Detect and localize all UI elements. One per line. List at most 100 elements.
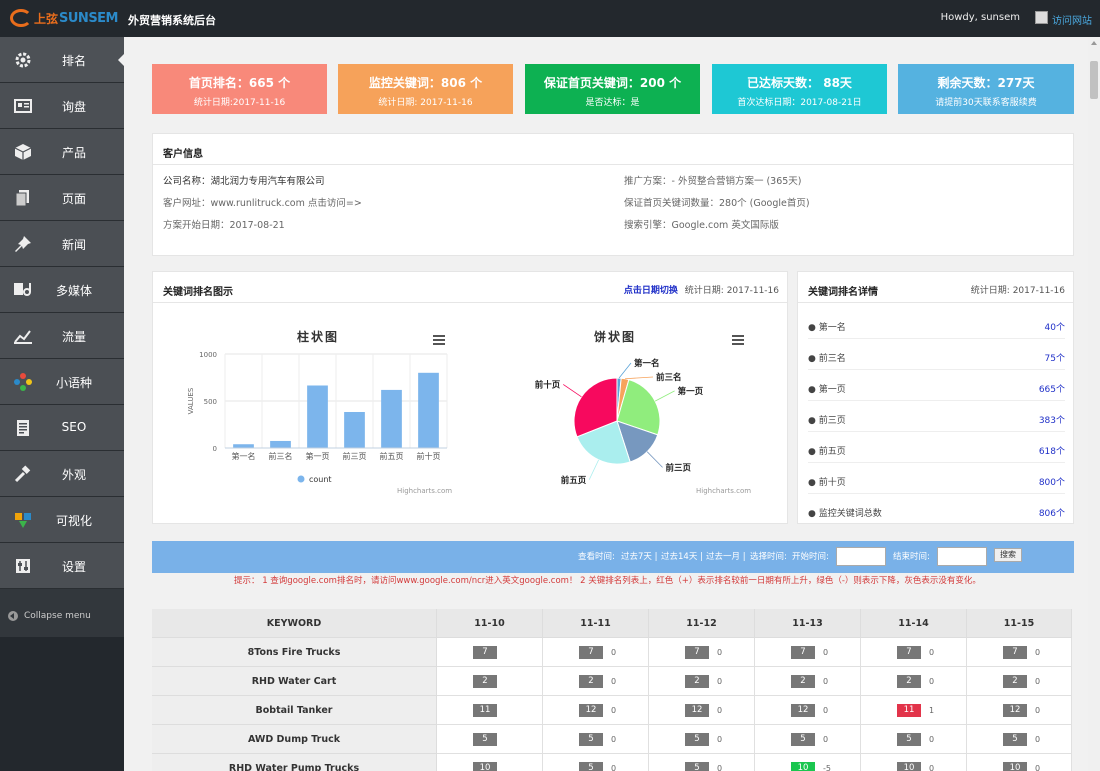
sidebar-item-inquiry[interactable]: 询盘 [0,83,124,129]
detail-value[interactable]: 383个 [1039,413,1065,426]
detail-label: ● 前三页 [808,416,846,426]
rank-cell: 7 [437,638,543,667]
detail-value[interactable]: 806个 [1039,506,1065,519]
detail-value[interactable]: 665个 [1039,382,1065,395]
rank-cell: 2 [437,667,543,696]
detail-label: ● 监控关键词总数 [808,509,882,519]
sidebar-item-pages[interactable]: 页面 [0,175,124,221]
pie-connector [618,362,632,379]
column-header-date[interactable]: 11-14 [861,609,967,638]
detail-row: ● 第一名 40个 [808,308,1065,339]
avatar[interactable] [1035,11,1048,24]
collapse-menu[interactable]: Collapse menu [8,611,91,621]
sidebar-item-news[interactable]: 新闻 [0,221,124,267]
sidebar-item-label: SEO [61,420,87,434]
rank-cell: 20 [543,667,649,696]
x-tick-label: 前五页 [380,451,404,461]
pie-label: 第一页 [678,386,704,397]
x-tick-label: 前三名 [269,451,293,461]
rank-badge: 2 [1003,675,1027,688]
search-button[interactable]: 搜索 [994,548,1022,562]
x-tick-label: 前三页 [343,451,367,461]
detail-value[interactable]: 75个 [1045,351,1065,364]
rank-change: 0 [823,648,829,657]
keyword-cell: RHD Water Pump Trucks [152,754,437,771]
stat-note: 是否达标：是 [585,98,640,108]
column-header-date[interactable]: 11-12 [649,609,755,638]
column-header-date[interactable]: 11-13 [755,609,861,638]
rank-cell: 12 0 [755,696,861,725]
detail-row: ● 前五页 618个 [808,432,1065,463]
logo-en: SUNSEM [59,10,118,26]
detail-value[interactable]: 40个 [1045,320,1065,333]
detail-value[interactable]: 618个 [1039,444,1065,457]
sidebar-item-languages[interactable]: 小语种 [0,359,124,405]
rank-cell: 20 [861,667,967,696]
visit-site-link[interactable]: 访问网站 [1052,12,1092,27]
column-header-keyword[interactable]: KEYWORD [152,609,437,638]
rank-badge: 7 [1003,646,1027,659]
rank-cell: 12 0 [967,696,1072,725]
sidebar-item-settings[interactable]: 设置 [0,543,124,589]
sidebar-item-media[interactable]: 多媒体 [0,267,124,313]
collapse-icon [8,611,18,621]
visual-icon [12,510,34,530]
sidebar-item-seo[interactable]: SEO [0,405,124,451]
rank-cell: 50 [543,754,649,771]
past-month-link[interactable]: 过去一月 | [706,550,746,562]
sidebar-item-visual[interactable]: 可视化 [0,497,124,543]
sidebar-item-traffic[interactable]: 流量 [0,313,124,359]
scrollbar[interactable] [1088,37,1100,771]
pie-connector [654,390,675,402]
sidebar-item-appearance[interactable]: 外观 [0,451,124,497]
end-time-input[interactable] [937,547,987,566]
stat-value: 保证首页关键词：200 个 [543,76,682,90]
date-switch-link[interactable]: 点击日期切换 [624,286,678,296]
y-tick-label: 0 [213,445,217,453]
search-engine: 搜索引擎：Google.com 英文国际版 [624,220,779,231]
logo[interactable]: 上弦 SUNSEM [10,8,118,28]
company-name: 公司名称：湖北润力专用汽车有限公司 [163,176,325,187]
table-row: RHD Water Pump Trucks 10 5 0 5 0 10 -5 10 0 10 0 [152,754,1072,771]
select-time-label: 选择时间: [750,552,787,562]
sidebar-item-products[interactable]: 产品 [0,129,124,175]
rank-change: 0 [929,677,935,686]
customer-url[interactable]: 客户网址：www.runlitruck.com 点击访问=> [163,195,362,209]
pie-label: 前三页 [666,462,692,473]
media-icon [12,280,34,300]
rank-cell: 5 [437,725,543,754]
keyword-cell: Bobtail Tanker [152,696,437,725]
past-7-days-link[interactable]: 过去7天 | [621,550,657,562]
rank-badge: 12 [791,704,815,717]
detail-value[interactable]: 800个 [1039,475,1065,488]
howdy-user[interactable]: Howdy, sunsem [941,12,1020,23]
rank-change: 0 [1035,706,1041,715]
detail-row: ● 前十页 800个 [808,463,1065,494]
scroll-thumb[interactable] [1090,61,1098,99]
bar-chart-title: 柱状图 [297,330,340,344]
start-time-label: 开始时间: [792,552,829,562]
sidebar-item-label: 产品 [61,146,86,160]
past-14-days-link[interactable]: 过去14天 | [661,550,703,562]
sidebar-item-label: 可视化 [55,514,92,528]
start-time-input[interactable] [836,547,886,566]
rank-cell: 70 [543,638,649,667]
settings-icon [12,556,34,576]
rank-cell: 50 [649,725,755,754]
sidebar-item-ranking[interactable]: 排名 [0,37,124,83]
sidebar-item-label: 多媒体 [55,284,92,298]
plan-start-date: 方案开始日期：2017-08-21 [163,220,285,231]
rank-badge: 2 [897,675,921,688]
gear-icon [12,50,34,70]
scroll-up-icon[interactable] [1091,41,1097,45]
pie-label: 前三名 [656,372,682,383]
rank-badge: 2 [791,675,815,688]
top-bar: 上弦 SUNSEM 外贸营销系统后台 Howdy, sunsem 访问网站 [0,0,1100,37]
column-header-date[interactable]: 11-10 [437,609,543,638]
y-axis-label: VALUES [187,387,195,414]
column-header-date[interactable]: 11-15 [967,609,1072,638]
rank-change: 0 [1035,677,1041,686]
column-header-date[interactable]: 11-11 [543,609,649,638]
panel-header: 关键词排名详情 统计日期: 2017-11-16 [798,272,1073,303]
rank-badge: 10 [897,762,921,771]
